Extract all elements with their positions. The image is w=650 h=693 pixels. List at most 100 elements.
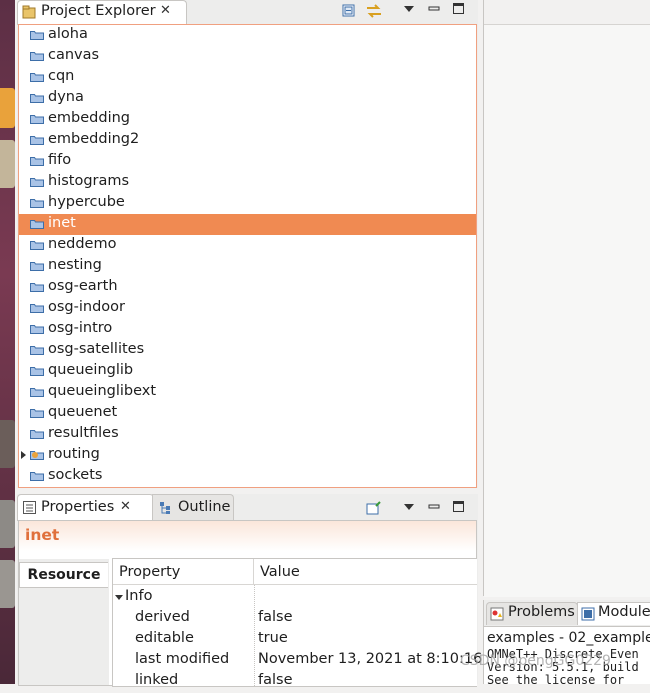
collapse-all-icon[interactable] <box>341 3 357 19</box>
property-key: last modified <box>135 651 230 667</box>
project-explorer-view: Project Explorer ✕ aloha canvas cqn dyna emb… <box>17 0 478 488</box>
tree-item[interactable]: queuenet <box>19 403 476 424</box>
project-folder-icon <box>30 157 44 166</box>
pin-view-icon[interactable] <box>366 500 382 516</box>
project-folder-icon <box>30 262 44 271</box>
tree-item[interactable]: embedding <box>19 109 476 130</box>
tree-item[interactable]: queueinglib <box>19 361 476 382</box>
launcher-icon[interactable] <box>0 500 15 548</box>
launcher-icon[interactable] <box>0 420 15 468</box>
tree-item[interactable]: osg-satellites <box>19 340 476 361</box>
tree-item[interactable]: embedding2 <box>19 130 476 151</box>
column-header-property[interactable]: Property <box>113 559 254 585</box>
tree-item[interactable]: histograms <box>19 172 476 193</box>
tree-item-label: dyna <box>48 89 84 105</box>
launcher-strip <box>0 0 15 684</box>
tree-item-label: hypercube <box>48 194 125 210</box>
tree-item-label: aloha <box>48 26 88 42</box>
project-folder-icon <box>30 430 44 439</box>
tab-properties[interactable]: Properties ✕ <box>17 494 154 521</box>
tree-item-label: neddemo <box>48 236 117 252</box>
tree-item[interactable]: hypercube <box>19 193 476 214</box>
tree-item[interactable]: routing <box>19 445 476 466</box>
project-folder-icon <box>30 451 44 460</box>
properties-body: inet Resource Property Value Info derive… <box>18 520 508 688</box>
close-icon[interactable]: ✕ <box>120 499 131 514</box>
tab-project-explorer[interactable]: Project Explorer ✕ <box>17 0 187 25</box>
tree-item[interactable]: nesting <box>19 256 476 277</box>
view-menu-icon[interactable] <box>403 502 415 512</box>
tree-item-label: nesting <box>48 257 102 273</box>
view-menu-icon[interactable] <box>403 4 415 14</box>
tree-item[interactable]: osg-earth <box>19 277 476 298</box>
tree-item[interactable]: resultfiles <box>19 424 476 445</box>
tab-outline[interactable]: Outline <box>152 494 234 521</box>
tab-label: Problems <box>508 604 575 620</box>
tab-label: Outline <box>178 499 231 515</box>
chevron-down-icon[interactable] <box>115 594 123 602</box>
project-folder-icon <box>30 388 44 397</box>
tree-item-label: queueinglibext <box>48 383 157 399</box>
maximize-icon[interactable] <box>452 2 466 16</box>
maximize-icon[interactable] <box>452 500 466 514</box>
close-icon[interactable]: ✕ <box>160 3 171 18</box>
tab-resource[interactable]: Resource <box>19 562 108 588</box>
launcher-icon[interactable] <box>0 560 15 608</box>
tree-item[interactable]: dyna <box>19 88 476 109</box>
tab-module[interactable]: Module <box>577 602 650 625</box>
launcher-icon[interactable] <box>0 88 15 128</box>
tree-item[interactable]: neddemo <box>19 235 476 256</box>
properties-icon <box>23 501 36 514</box>
tree-item-label: osg-intro <box>48 320 113 336</box>
tree-item[interactable]: cqn <box>19 67 476 88</box>
property-value: false <box>258 609 293 625</box>
project-tree[interactable]: aloha canvas cqn dyna embedding embedding2 fif… <box>18 24 477 488</box>
property-key: linked <box>135 672 179 688</box>
properties-title: inet <box>19 521 476 551</box>
link-with-editor-icon[interactable] <box>365 2 383 20</box>
tab-problems[interactable]: Problems <box>486 602 578 625</box>
property-value: true <box>258 630 288 646</box>
project-folder-icon <box>30 472 44 481</box>
tree-item-label: osg-satellites <box>48 341 145 357</box>
property-row[interactable]: editable true <box>113 630 477 651</box>
project-folder-icon <box>30 409 44 418</box>
property-row[interactable]: linked false <box>113 672 477 693</box>
minimize-icon[interactable] <box>427 2 441 16</box>
project-folder-icon <box>30 283 44 292</box>
project-folder-icon <box>30 241 44 250</box>
tree-item[interactable]: osg-indoor <box>19 298 476 319</box>
watermark: CSDN @pengGG0229 <box>460 653 611 669</box>
console-line: See the license for <box>487 673 625 685</box>
tree-item[interactable]: aloha <box>19 25 476 46</box>
tree-item[interactable]: sockets <box>19 466 476 487</box>
tree-item[interactable]: fifo <box>19 151 476 172</box>
property-key: editable <box>135 630 194 646</box>
tree-item-label: histograms <box>48 173 130 189</box>
tree-item-label: embedding <box>48 110 131 126</box>
property-row[interactable]: last modified November 13, 2021 at 8:10:1… <box>113 651 508 672</box>
tree-item-label: queuenet <box>48 404 118 420</box>
problems-icon <box>490 607 504 621</box>
bottom-views: Problems Module examples - 02_example_ O… <box>483 600 650 684</box>
project-folder-icon <box>30 178 44 187</box>
chevron-right-icon[interactable] <box>21 451 26 459</box>
launcher-icon[interactable] <box>0 140 15 188</box>
tab-label: Properties <box>41 499 115 515</box>
minimize-icon[interactable] <box>427 500 441 514</box>
properties-table[interactable]: Property Value Info derived false editable… <box>112 558 508 688</box>
tab-label: Project Explorer <box>41 3 156 19</box>
property-group-label: Info <box>125 588 153 604</box>
tree-item-label: canvas <box>48 47 100 63</box>
outline-icon <box>160 502 170 514</box>
selected-resource-name: inet <box>25 526 60 544</box>
properties-category-tabs: Resource <box>19 559 109 685</box>
tree-item[interactable]: canvas <box>19 46 476 67</box>
tree-item[interactable]: queueinglibext <box>19 382 476 403</box>
property-row[interactable]: derived false <box>113 609 477 630</box>
tree-item[interactable]: inet <box>19 214 476 235</box>
tree-item-label: sockets <box>48 467 103 483</box>
tree-item[interactable]: osg-intro <box>19 319 476 340</box>
column-header-value[interactable]: Value <box>254 559 477 585</box>
property-group-row[interactable]: Info <box>113 588 477 609</box>
